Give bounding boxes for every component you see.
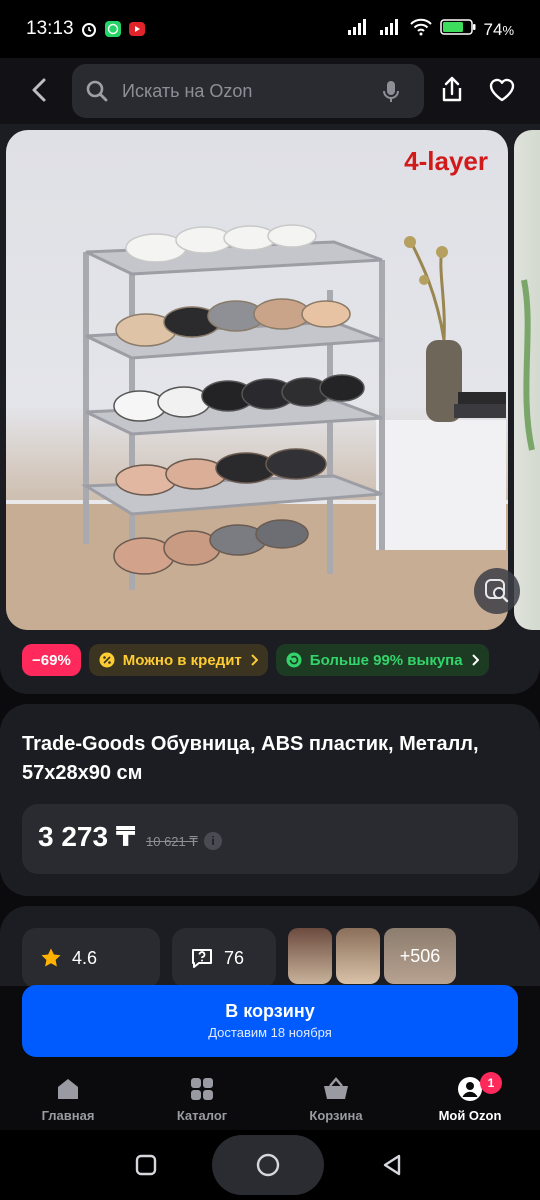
questions-box[interactable]: 76	[172, 928, 276, 986]
tab-profile[interactable]: 1 Мой Ozon	[410, 1072, 530, 1123]
heart-icon	[489, 78, 515, 102]
review-photo[interactable]	[288, 928, 332, 984]
buyout-badge-label: Больше 99% выкупа	[309, 651, 463, 669]
square-icon	[135, 1154, 157, 1176]
tab-home[interactable]: Главная	[8, 1074, 128, 1123]
credit-badge-label: Можно в кредит	[122, 651, 242, 669]
delivery-date: Доставим 18 ноября	[208, 1025, 332, 1040]
shoe-rack-illustration	[6, 224, 508, 630]
question-bubble-icon	[192, 949, 212, 968]
home-icon	[58, 1079, 78, 1099]
tab-catalog-label: Каталог	[176, 1108, 228, 1123]
battery-icon	[439, 18, 476, 41]
microphone-icon[interactable]	[382, 80, 400, 109]
product-info-card: Trade-Goods Обувница, ABS пластик, Метал…	[0, 704, 540, 896]
catalog-grid-icon	[191, 1078, 213, 1100]
product-title: Trade-Goods Обувница, ABS пластик, Метал…	[22, 733, 479, 784]
profile-icon	[458, 1077, 482, 1101]
price-box[interactable]: 3 273 ₸ 10 621 ₸ i	[22, 804, 518, 874]
chevron-left-icon	[32, 78, 46, 102]
home-button[interactable]	[212, 1135, 324, 1195]
circle-icon	[256, 1153, 280, 1177]
buyout-badge[interactable]: Больше 99% выкупа	[275, 644, 489, 676]
bottom-tab-bar: Главная Каталог Корзина 1 Мой Ozon	[0, 1068, 540, 1130]
share-icon	[442, 76, 462, 102]
product-badges: −69% Можно в кредит Больше 99% выкупа	[22, 644, 489, 676]
more-photos-thumb[interactable]: +506	[384, 928, 456, 984]
share-button[interactable]	[434, 72, 470, 108]
rating-box[interactable]: 4.6	[22, 928, 160, 986]
back-nav-button[interactable]	[372, 1140, 412, 1190]
product-photo[interactable]: 4-layer	[6, 130, 508, 630]
next-photo-leaves	[521, 279, 535, 451]
chevron-right-icon	[251, 654, 258, 666]
old-price: 10 621 ₸	[146, 834, 198, 849]
chevron-right-icon	[471, 654, 479, 666]
more-photos-count: +506	[399, 945, 441, 966]
whatsapp-icon	[104, 20, 122, 38]
recents-button[interactable]	[126, 1140, 166, 1190]
tab-profile-label: Мой Ozon	[438, 1108, 502, 1123]
youtube-icon	[128, 20, 146, 38]
battery-percent: 74%	[483, 19, 514, 39]
clock: 13:13	[26, 18, 74, 39]
search-bar[interactable]	[72, 64, 424, 118]
search-input[interactable]	[122, 74, 372, 108]
image-search-button[interactable]	[474, 568, 520, 614]
favorite-button[interactable]	[484, 72, 520, 108]
top-header	[0, 58, 540, 124]
discount-badge: −69%	[22, 644, 81, 676]
signal-icon-2	[378, 18, 402, 41]
triangle-back-icon	[383, 1154, 401, 1176]
current-price: 3 273 ₸	[38, 821, 136, 852]
tab-cart-label: Корзина	[309, 1108, 363, 1123]
tab-catalog[interactable]: Каталог	[142, 1074, 262, 1123]
add-to-cart-button[interactable]: В корзину Доставим 18 ноября	[22, 985, 518, 1057]
notification-badge: 1	[480, 1072, 502, 1094]
status-bar: 13:13 74%	[0, 0, 540, 58]
percent-coin-icon	[99, 652, 115, 668]
alarm-icon	[80, 20, 98, 38]
reviews-card: 4.6 76 +506	[0, 906, 540, 986]
refresh-check-icon	[286, 652, 302, 668]
star-icon	[41, 948, 61, 967]
info-icon[interactable]: i	[204, 832, 222, 850]
review-photos: +506	[288, 928, 456, 984]
basket-icon	[324, 1077, 348, 1099]
search-icon	[86, 80, 108, 107]
add-to-cart-label: В корзину	[225, 1001, 315, 1021]
tab-cart[interactable]: Корзина	[276, 1074, 396, 1123]
rating-value: 4.6	[72, 947, 98, 968]
credit-badge[interactable]: Можно в кредит	[88, 644, 268, 676]
image-search-icon	[485, 579, 509, 603]
review-photo[interactable]	[336, 928, 380, 984]
product-gallery-card: 4-layer −69% Можно в кредит Больше 99% в…	[0, 124, 540, 694]
wifi-icon	[409, 18, 432, 41]
back-button[interactable]	[22, 72, 56, 108]
questions-count: 76	[224, 947, 245, 968]
signal-icon	[346, 18, 370, 41]
system-nav-bar	[0, 1130, 540, 1200]
tab-home-label: Главная	[41, 1108, 95, 1123]
next-photo-preview[interactable]	[514, 130, 540, 630]
image-overlay-label: 4-layer	[404, 146, 488, 176]
